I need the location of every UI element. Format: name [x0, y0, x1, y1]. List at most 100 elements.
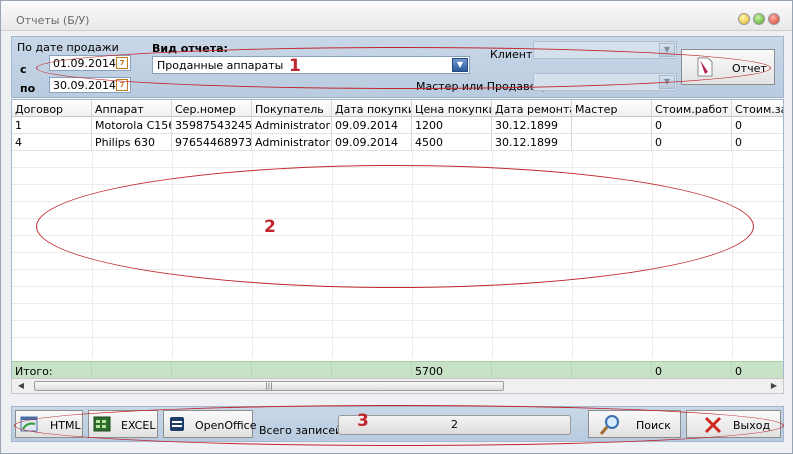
- date-to-value: 30.09.2014: [53, 79, 116, 92]
- table-cell: 1: [12, 117, 92, 133]
- html-button-label: HTML: [50, 419, 81, 432]
- table-cell: 97654468973...: [172, 134, 252, 150]
- chevron-down-icon[interactable]: ▼: [659, 43, 675, 57]
- totals-cell: [172, 362, 252, 378]
- close-icon: [704, 416, 722, 434]
- col-header[interactable]: Покупатель: [252, 100, 332, 116]
- results-table: Договор Аппарат Сер.номер Покупатель Дат…: [11, 99, 784, 379]
- report-type-label: Вид отчета:: [152, 42, 228, 55]
- horizontal-scrollbar[interactable]: ◀ ||| ▶: [11, 378, 784, 394]
- totals-cell: [252, 362, 332, 378]
- date-from-value: 01.09.2014: [53, 57, 116, 70]
- table-cell: 0: [652, 134, 732, 150]
- by-sale-date-label: По дате продажи: [17, 41, 119, 54]
- totals-cell: [572, 362, 652, 378]
- report-icon: [697, 57, 713, 77]
- totals-cell: [92, 362, 172, 378]
- exit-button-label: Выход: [733, 419, 771, 432]
- openoffice-button-label: OpenOffice: [195, 419, 257, 432]
- empty-grid-area: [12, 151, 783, 358]
- chevron-down-icon[interactable]: ▼: [659, 75, 675, 89]
- table-cell: 30.12.1899: [492, 134, 572, 150]
- table-cell: 35987543245...: [172, 117, 252, 133]
- table-cell: 0: [652, 117, 732, 133]
- scroll-right-icon[interactable]: ▶: [767, 380, 781, 392]
- col-header[interactable]: Стоим.зап: [732, 100, 783, 116]
- col-header[interactable]: Мастер: [572, 100, 652, 116]
- report-type-value: Проданные аппараты: [157, 59, 284, 72]
- maximize-button[interactable]: [753, 13, 765, 25]
- chevron-down-icon[interactable]: ▼: [452, 58, 468, 72]
- table-cell: 0: [735, 119, 742, 132]
- table-cell: Administrator: [252, 134, 332, 150]
- scroll-left-icon[interactable]: ◀: [14, 380, 28, 392]
- export-openoffice-button[interactable]: OpenOffice: [163, 410, 257, 438]
- totals-label: Итого:: [12, 362, 92, 378]
- excel-icon: [93, 416, 111, 432]
- totals-row: Итого: 5700 0 0: [12, 361, 783, 378]
- client-select[interactable]: ▼: [533, 41, 677, 59]
- html-export-icon: [20, 416, 38, 432]
- table-row[interactable]: 1 Motorola C156 35987543245... Administr…: [12, 117, 783, 134]
- col-header[interactable]: Дата покупки: [332, 100, 412, 116]
- col-header[interactable]: Цена покупки: [412, 100, 492, 116]
- master-select[interactable]: ▼: [533, 73, 677, 91]
- table-cell: [572, 117, 652, 133]
- table-cell: 1200: [412, 117, 492, 133]
- report-button-label: Отчет: [732, 62, 767, 75]
- export-excel-button[interactable]: EXCEL: [88, 410, 158, 438]
- totals-cell: 0: [652, 362, 732, 378]
- col-header[interactable]: Договор: [12, 100, 92, 116]
- minimize-button[interactable]: [738, 13, 750, 25]
- totals-cell: 0: [735, 365, 742, 378]
- export-html-button[interactable]: HTML: [15, 410, 83, 438]
- title-bar: Отчеты (Б/У): [1, 1, 792, 31]
- table-cell: 09.09.2014: [332, 134, 412, 150]
- from-label: с: [20, 63, 27, 76]
- bottom-toolbar: HTML EXCEL OpenOffice Всего записей: 2 П…: [11, 406, 784, 442]
- excel-button-label: EXCEL: [121, 419, 156, 432]
- to-label: по: [20, 82, 36, 95]
- search-button-label: Поиск: [636, 419, 671, 432]
- client-label: Клиент:: [490, 48, 537, 61]
- table-cell: 09.09.2014: [332, 117, 412, 133]
- table-cell: 0: [735, 136, 742, 149]
- table-cell: Administrator: [252, 117, 332, 133]
- reports-window: Отчеты (Б/У) По дате продажи с по 01.09.…: [0, 0, 793, 454]
- report-button[interactable]: Отчет: [681, 49, 775, 85]
- annotation-number-3: 3: [357, 411, 369, 431]
- close-button[interactable]: [768, 13, 780, 25]
- window-title: Отчеты (Б/У): [16, 14, 90, 27]
- search-icon: [599, 415, 619, 435]
- calendar-icon[interactable]: 7: [116, 57, 128, 69]
- master-label: Мастер или Продавец:: [416, 80, 548, 93]
- scrollbar-thumb[interactable]: |||: [34, 381, 504, 391]
- table-cell: 4: [12, 134, 92, 150]
- table-header: Договор Аппарат Сер.номер Покупатель Дат…: [12, 100, 783, 117]
- annotation-number-1: 1: [289, 56, 301, 76]
- total-records-label: Всего записей:: [259, 424, 346, 437]
- openoffice-icon: [170, 417, 184, 431]
- filter-panel: По дате продажи с по 01.09.2014 7 30.09.…: [11, 36, 784, 98]
- col-header[interactable]: Дата ремонта: [492, 100, 572, 116]
- exit-button[interactable]: Выход: [686, 410, 781, 438]
- col-header[interactable]: Аппарат: [92, 100, 172, 116]
- table-cell: Philips 630: [92, 134, 172, 150]
- col-header[interactable]: Сер.номер: [172, 100, 252, 116]
- table-cell: [572, 134, 652, 150]
- annotation-number-2: 2: [264, 217, 276, 237]
- date-from-field[interactable]: 01.09.2014 7: [49, 55, 131, 71]
- date-to-field[interactable]: 30.09.2014 7: [49, 77, 131, 93]
- totals-cell: [332, 362, 412, 378]
- table-row[interactable]: 4 Philips 630 97654468973... Administrat…: [12, 134, 783, 151]
- table-cell: 4500: [412, 134, 492, 150]
- table-cell: Motorola C156: [92, 117, 172, 133]
- total-records-value: 2: [338, 415, 571, 435]
- totals-cell: [492, 362, 572, 378]
- totals-cell: 5700: [412, 362, 492, 378]
- calendar-icon[interactable]: 7: [116, 79, 128, 91]
- report-type-select[interactable]: Проданные аппараты ▼: [152, 56, 470, 74]
- col-header[interactable]: Стоим.работ: [652, 100, 732, 116]
- table-cell: 30.12.1899: [492, 117, 572, 133]
- search-button[interactable]: Поиск: [588, 410, 681, 438]
